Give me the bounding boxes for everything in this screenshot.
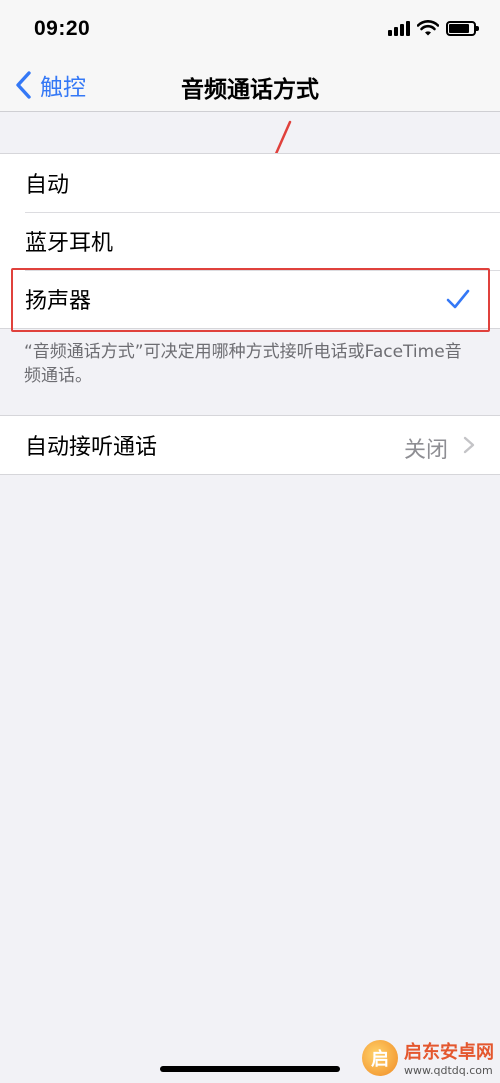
status-icons bbox=[388, 20, 479, 36]
option-bluetooth-headset[interactable]: 蓝牙耳机 bbox=[0, 212, 500, 270]
watermark: 启 启东安卓网 www.qdtdq.com bbox=[362, 1038, 494, 1077]
checkmark-icon bbox=[446, 289, 470, 309]
auto-answer-row[interactable]: 自动接听通话 关闭 bbox=[0, 416, 500, 474]
page-title: 音频通话方式 bbox=[181, 77, 319, 103]
watermark-name: 启东安卓网 bbox=[404, 1042, 494, 1063]
status-time: 09:20 bbox=[34, 17, 91, 40]
watermark-url: www.qdtdq.com bbox=[404, 1064, 493, 1077]
audio-routing-options: 自动 蓝牙耳机 扬声器 bbox=[0, 153, 500, 329]
footnote: “音频通话方式”可决定用哪种方式接听电话或FaceTime音频通话。 bbox=[24, 342, 462, 386]
auto-answer-label: 自动接听通话 bbox=[25, 435, 158, 460]
navigation-bar: 触控 音频通话方式 bbox=[0, 58, 500, 112]
watermark-logo-icon: 启 bbox=[362, 1039, 398, 1076]
option-speaker[interactable]: 扬声器 bbox=[0, 270, 500, 328]
status-bar: 09:20 bbox=[0, 0, 500, 58]
option-label: 扬声器 bbox=[25, 289, 92, 314]
option-label: 自动 bbox=[25, 173, 70, 198]
signal-icon bbox=[388, 20, 410, 36]
auto-answer-value: 关闭 bbox=[403, 438, 448, 463]
option-label: 蓝牙耳机 bbox=[25, 231, 114, 256]
battery-icon bbox=[446, 20, 479, 36]
home-indicator[interactable] bbox=[160, 1066, 340, 1072]
chevron-right-icon bbox=[463, 436, 475, 454]
wifi-icon bbox=[417, 20, 439, 36]
auto-answer-group: 自动接听通话 关闭 bbox=[0, 415, 500, 475]
option-auto[interactable]: 自动 bbox=[0, 154, 500, 212]
